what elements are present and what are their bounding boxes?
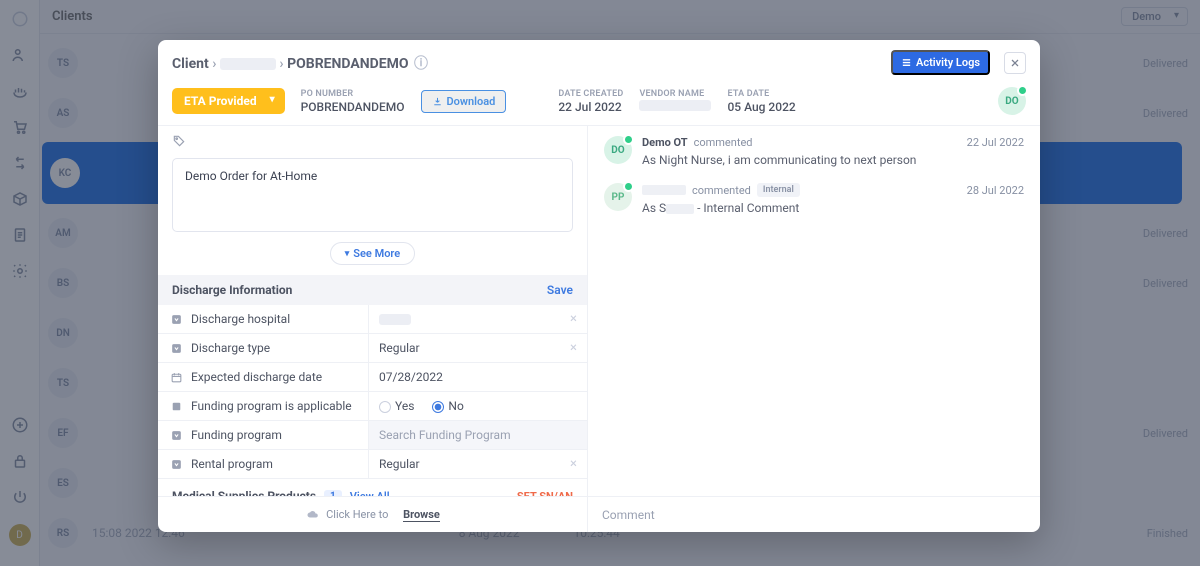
tag-row[interactable] [158,126,587,152]
field-discharge-type: Discharge type Regular× [158,334,587,363]
comment-action: commented [692,184,751,197]
cloud-upload-icon [305,509,320,521]
browse-button[interactable]: Browse [403,508,440,522]
order-note[interactable]: Demo Order for At-Home [172,158,573,232]
breadcrumb-root[interactable]: Client [172,56,209,72]
comment-text: As S - Internal Comment [642,201,1024,215]
clear-icon[interactable]: × [570,312,577,327]
funding-applicable-no[interactable]: No [432,399,463,413]
rental-program-select[interactable]: Regular× [368,450,587,478]
discharge-hospital-input[interactable]: × [368,305,587,333]
activity-logs-button[interactable]: Activity Logs [891,50,990,75]
field-funding-applicable: Funding program is applicable Yes No [158,392,587,421]
comments-list: DO Demo OT commented 22 Jul 2022 As Night … [588,126,1040,496]
discharge-save-button[interactable]: Save [547,283,573,297]
po-number: PO NUMBER POBRENDANDEMO [301,89,405,114]
download-icon [432,96,443,107]
chevron-down-icon [170,458,183,471]
client-order-modal: Client › › POBRENDANDEMO ⓘ Activity Logs… [158,40,1040,532]
field-discharge-date: Expected discharge date 07/28/2022 [158,363,587,392]
comment-date: 22 Jul 2022 [967,136,1024,149]
comment-avatar: PP [604,183,632,211]
field-funding-program: Funding program Search Funding Program [158,421,587,450]
calendar-icon [170,371,183,384]
left-pane: Demo Order for At-Home See More Discharg… [158,126,588,496]
square-icon [170,400,183,413]
discharge-section-head: Discharge Information Save [158,275,587,305]
comment-input[interactable]: Comment [588,497,1040,532]
internal-badge: Internal [757,183,800,197]
vendor-name: VENDOR NAME [639,89,711,114]
chevron-down-icon [170,342,183,355]
breadcrumb: Client › › POBRENDANDEMO ⓘ [172,53,428,73]
comment: PP commented Internal 28 Jul 2022 As S - I… [604,183,1024,215]
clear-icon[interactable]: × [570,457,577,472]
close-button[interactable] [1004,52,1026,74]
order-status-select[interactable]: ETA Provided [172,88,285,114]
close-icon [1009,57,1021,69]
breadcrumb-client-name[interactable] [220,58,276,70]
comment-text: As Night Nurse, i am communicating to ne… [642,153,1024,167]
funding-applicable-yes[interactable]: Yes [379,399,414,413]
breadcrumb-leaf: POBRENDANDEMO [287,56,408,72]
comment-date: 28 Jul 2022 [967,184,1024,197]
eta-date: ETA DATE 05 Aug 2022 [727,89,795,114]
list-icon [901,57,912,68]
upload-area[interactable]: Click Here to Browse [158,497,588,532]
products-section-head: Medical Supplies Products 1 View All SET… [158,479,587,496]
clear-icon[interactable]: × [570,341,577,356]
vendor-name-value [639,100,711,111]
comment-avatar: DO [604,136,632,164]
comment-action: commented [694,136,753,149]
field-discharge-hospital: Discharge hospital × [158,305,587,334]
comment-author [642,185,686,195]
chevron-down-icon [170,429,183,442]
field-rental-program: Rental program Regular× [158,450,587,479]
chevron-down-icon [170,313,183,326]
date-created: DATE CREATED 22 Jul 2022 [558,89,623,114]
discharge-date-input[interactable]: 07/28/2022 [368,363,587,391]
right-pane: DO Demo OT commented 22 Jul 2022 As Night … [588,126,1040,496]
comment-author: Demo OT [642,136,688,149]
comment: DO Demo OT commented 22 Jul 2022 As Night … [604,136,1024,167]
info-icon[interactable]: ⓘ [414,56,428,72]
download-button[interactable]: Download [421,90,507,113]
assigned-user-avatar[interactable]: DO [998,87,1026,115]
funding-program-input[interactable]: Search Funding Program [368,421,587,449]
see-more-button[interactable]: See More [330,242,415,265]
discharge-type-select[interactable]: Regular× [368,334,587,362]
tag-icon [172,134,573,148]
